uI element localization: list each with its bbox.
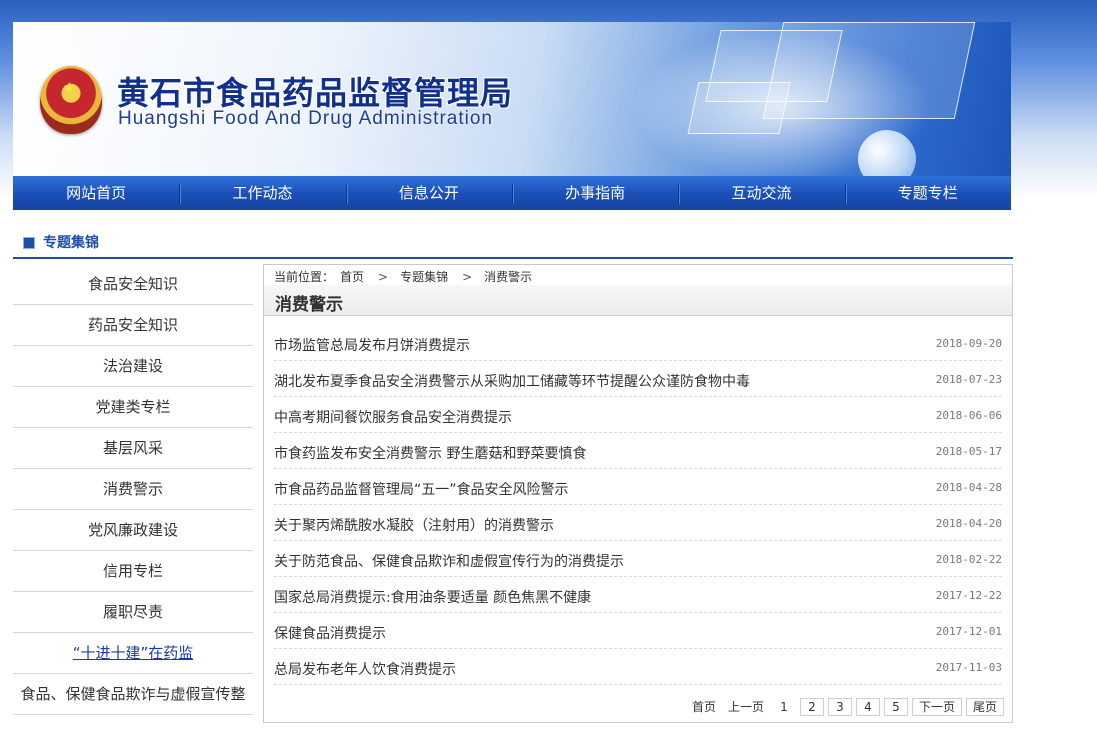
page-title: 消费警示 (275, 295, 343, 315)
nav-item-service-guide[interactable]: 办事指南 (511, 176, 678, 210)
breadcrumb-section[interactable]: 专题集锦 (400, 270, 448, 284)
list-item[interactable]: 总局发布老年人饮食消费提示 2017-11-03 (274, 649, 1002, 685)
list-item[interactable]: 国家总局消费提示:食用油条要适量 颜色焦黑不健康 2017-12-22 (274, 577, 1002, 613)
article-date: 2018-07-23 (935, 373, 1002, 386)
list-item[interactable]: 湖北发布夏季食品安全消费警示从采购加工储藏等环节提醒公众谨防食物中毒 2018-0… (274, 361, 1002, 397)
pager-page-5[interactable]: 5 (883, 698, 908, 716)
sidebar-item-grassroots[interactable]: 基层风采 (13, 428, 253, 469)
article-date: 2018-09-20 (935, 337, 1002, 350)
main-nav: 网站首页 工作动态 信息公开 办事指南 互动交流 专题专栏 (13, 176, 1011, 210)
pager-prev[interactable]: 上一页 (723, 698, 768, 716)
sidebar-item-fraud-campaign[interactable]: 食品、保健食品欺诈与虚假宣传整 (13, 674, 253, 715)
breadcrumb-prefix: 当前位置： (274, 270, 335, 284)
section-title: 专题集锦 (43, 235, 99, 251)
section-header: 专题集锦 (13, 225, 1013, 259)
sidebar-item-ten-entries[interactable]: “十进十建”在药监 (13, 633, 253, 674)
pager-page-1[interactable]: 1 (771, 698, 796, 716)
breadcrumb-current[interactable]: 消费警示 (484, 270, 532, 284)
sidebar-item-rule-of-law[interactable]: 法治建设 (13, 346, 253, 387)
article-date: 2017-11-03 (935, 661, 1002, 674)
sidebar: 食品安全知识 药品安全知识 法治建设 党建类专栏 基层风采 消费警示 党风廉政建… (13, 264, 253, 715)
list-item[interactable]: 市场监管总局发布月饼消费提示 2018-09-20 (274, 325, 1002, 361)
article-title[interactable]: 中高考期间餐饮服务食品安全消费提示 (274, 407, 512, 427)
pager-first[interactable]: 首页 (687, 698, 720, 716)
sidebar-item-credit[interactable]: 信用专栏 (13, 551, 253, 592)
pager-page-3[interactable]: 3 (827, 698, 852, 716)
pager-page-4[interactable]: 4 (855, 698, 880, 716)
sidebar-item-party-building[interactable]: 党建类专栏 (13, 387, 253, 428)
article-date: 2018-02-22 (935, 553, 1002, 566)
article-title[interactable]: 保健食品消费提示 (274, 623, 386, 643)
emblem-logo: ★ (40, 66, 102, 134)
list-item[interactable]: 关于聚丙烯酰胺水凝胶（注射用）的消费警示 2018-04-20 (274, 505, 1002, 541)
article-date: 2018-04-20 (935, 517, 1002, 530)
site-banner: ★ 黄石市食品药品监督管理局 Huangshi Food And Drug Ad… (13, 22, 1011, 176)
nav-item-home[interactable]: 网站首页 (13, 176, 179, 210)
banner-screen-graphic (687, 82, 791, 134)
nav-item-special-topics[interactable]: 专题专栏 (844, 176, 1011, 210)
list-item[interactable]: 中高考期间餐饮服务食品安全消费提示 2018-06-06 (274, 397, 1002, 433)
article-title[interactable]: 国家总局消费提示:食用油条要适量 颜色焦黑不健康 (274, 587, 591, 607)
pagination: 首页 上一页 1 2 3 4 5 下一页 尾页 (687, 698, 1004, 716)
article-title[interactable]: 市场监管总局发布月饼消费提示 (274, 335, 470, 355)
article-title[interactable]: 关于聚丙烯酰胺水凝胶（注射用）的消费警示 (274, 515, 554, 535)
content-title-bar: 消费警示 (264, 285, 1012, 316)
article-title[interactable]: 关于防范食品、保健食品欺诈和虚假宣传行为的消费提示 (274, 551, 624, 571)
article-list: 市场监管总局发布月饼消费提示 2018-09-20 湖北发布夏季食品安全消费警示从… (274, 325, 1002, 685)
article-title[interactable]: 湖北发布夏季食品安全消费警示从采购加工储藏等环节提醒公众谨防食物中毒 (274, 371, 750, 391)
breadcrumb: 当前位置： 首页 > 专题集锦 > 消费警示 (274, 268, 538, 285)
article-title[interactable]: 总局发布老年人饮食消费提示 (274, 659, 456, 679)
banner-screen-graphic (762, 22, 976, 119)
list-item[interactable]: 市食品药品监督管理局“五一”食品安全风险警示 2018-04-28 (274, 469, 1002, 505)
pager-page-2[interactable]: 2 (799, 698, 824, 716)
sidebar-item-integrity[interactable]: 党风廉政建设 (13, 510, 253, 551)
breadcrumb-separator: > (462, 270, 473, 284)
article-date: 2017-12-01 (935, 625, 1002, 638)
sidebar-item-food-safety[interactable]: 食品安全知识 (13, 264, 253, 305)
article-date: 2018-05-17 (935, 445, 1002, 458)
sidebar-item-duties[interactable]: 履职尽责 (13, 592, 253, 633)
pager-next[interactable]: 下一页 (911, 698, 962, 716)
sidebar-item-consumer-warnings[interactable]: 消费警示 (13, 469, 253, 510)
nav-item-info-disclosure[interactable]: 信息公开 (345, 176, 512, 210)
breadcrumb-home[interactable]: 首页 (340, 270, 364, 284)
article-title[interactable]: 市食品药品监督管理局“五一”食品安全风险警示 (274, 479, 569, 499)
nav-item-interaction[interactable]: 互动交流 (678, 176, 844, 210)
list-item[interactable]: 市食药监发布安全消费警示 野生蘑菇和野菜要慎食 2018-05-17 (274, 433, 1002, 469)
article-date: 2018-06-06 (935, 409, 1002, 422)
section-square-icon (23, 237, 35, 249)
site-subtitle: Huangshi Food And Drug Administration (118, 108, 493, 129)
nav-item-work-news[interactable]: 工作动态 (179, 176, 345, 210)
pager-last[interactable]: 尾页 (965, 698, 1004, 716)
list-item[interactable]: 关于防范食品、保健食品欺诈和虚假宣传行为的消费提示 2018-02-22 (274, 541, 1002, 577)
article-title[interactable]: 市食药监发布安全消费警示 野生蘑菇和野菜要慎食 (274, 443, 586, 463)
list-item[interactable]: 保健食品消费提示 2017-12-01 (274, 613, 1002, 649)
sidebar-item-drug-safety[interactable]: 药品安全知识 (13, 305, 253, 346)
content-panel: 当前位置： 首页 > 专题集锦 > 消费警示 消费警示 市场监管总局发布月饼消费提示 201… (263, 264, 1013, 723)
breadcrumb-separator: > (378, 270, 389, 284)
article-date: 2018-04-28 (935, 481, 1002, 494)
article-date: 2017-12-22 (935, 589, 1002, 602)
